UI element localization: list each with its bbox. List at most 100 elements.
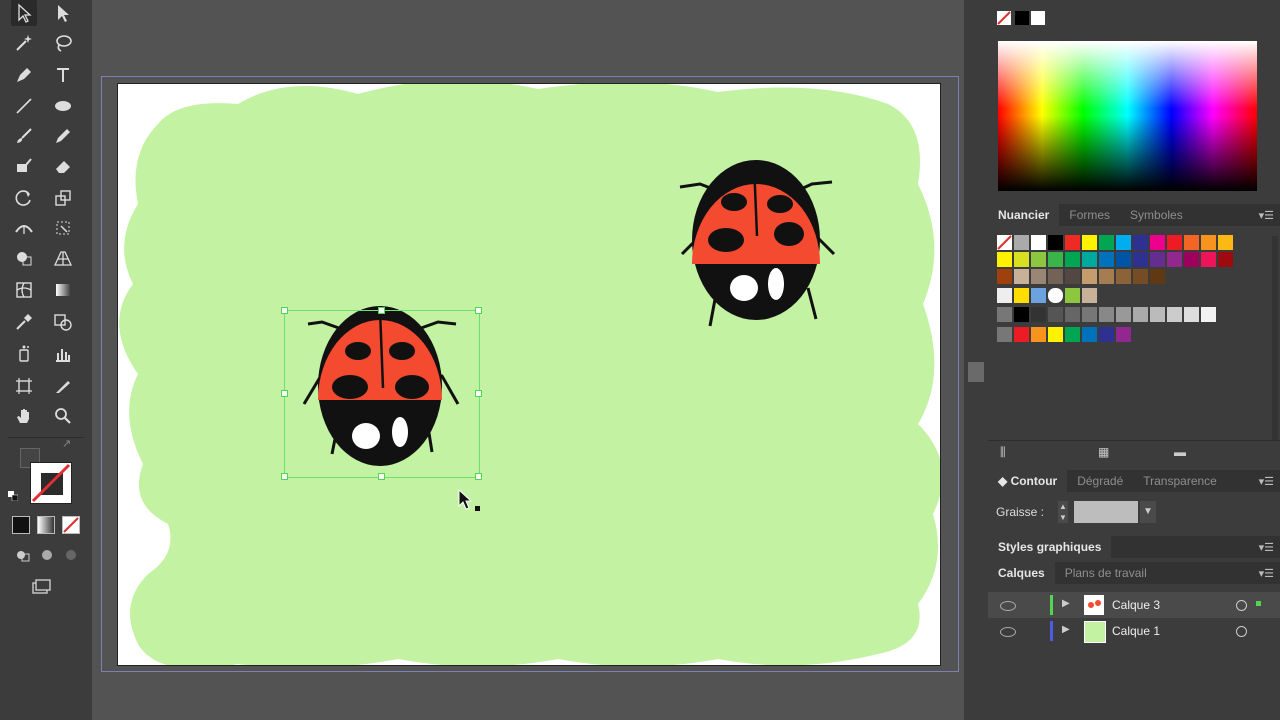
resize-handle[interactable] — [378, 307, 385, 314]
swatch-kind-icon[interactable]: ▦ — [1098, 445, 1109, 459]
selection-bounding-box[interactable] — [281, 307, 482, 480]
stroke-weight-label: Graisse : — [996, 505, 1045, 519]
panel-menu-icon[interactable]: ▾☰ — [1259, 209, 1274, 222]
swatches-scrollbar[interactable] — [1272, 236, 1278, 440]
tab-styles-graphiques[interactable]: Styles graphiques — [988, 536, 1112, 558]
pencil-tool-icon[interactable] — [50, 123, 76, 149]
column-graph-tool-icon[interactable] — [50, 341, 76, 367]
screen-mode-icon[interactable] — [28, 574, 54, 600]
paintbrush-tool-icon[interactable] — [11, 123, 37, 149]
right-panels: Nuancier Formes Symboles ▾☰ ⫼ ▦ ▬ ◆ Cont… — [988, 0, 1280, 720]
tab-degrade[interactable]: Dégradé — [1067, 470, 1133, 492]
ellipse-tool-icon[interactable] — [50, 93, 76, 119]
vertical-scrollbar[interactable] — [964, 0, 988, 720]
resize-handle[interactable] — [378, 473, 385, 480]
blend-tool-icon[interactable] — [50, 309, 76, 335]
draw-behind-icon[interactable] — [34, 542, 60, 568]
toolbar-divider — [8, 437, 84, 438]
zoom-tool-icon[interactable] — [50, 403, 76, 429]
visibility-eye-icon[interactable] — [1000, 601, 1016, 611]
resize-handle[interactable] — [475, 307, 482, 314]
tab-transparence[interactable]: Transparence — [1133, 470, 1227, 492]
color-mode-icon[interactable] — [12, 516, 30, 534]
scrollbar-thumb[interactable] — [968, 362, 984, 382]
visibility-eye-icon[interactable] — [1000, 627, 1016, 637]
tab-calques[interactable]: Calques — [988, 562, 1055, 584]
eraser-tool-icon[interactable] — [50, 153, 76, 179]
mouse-cursor-icon — [458, 488, 480, 511]
selected-art-indicator — [1256, 601, 1261, 606]
resize-handle[interactable] — [475, 390, 482, 397]
target-icon[interactable] — [1236, 626, 1247, 637]
scale-tool-icon[interactable] — [50, 185, 76, 211]
expand-arrow-icon[interactable]: ▶ — [1062, 624, 1070, 635]
target-icon[interactable] — [1236, 600, 1247, 611]
layers-panel-tabs: Calques Plans de travail ▾☰ — [988, 562, 1280, 584]
stroke-swatch[interactable] — [30, 462, 72, 504]
tab-symboles[interactable]: Symboles — [1120, 204, 1193, 226]
layer-thumbnail — [1084, 621, 1106, 643]
selection-tool-icon[interactable] — [11, 0, 37, 26]
resize-handle[interactable] — [475, 473, 482, 480]
lasso-tool-icon[interactable] — [50, 30, 76, 56]
perspective-grid-tool-icon[interactable] — [50, 245, 76, 271]
weight-stepper[interactable]: ▲ ▼ — [1058, 501, 1068, 523]
rotate-tool-icon[interactable] — [11, 185, 37, 211]
artboard[interactable] — [117, 83, 941, 666]
weight-dropdown-icon[interactable]: ▼ — [1140, 501, 1156, 523]
layer-thumbnail — [1084, 595, 1104, 615]
panel-menu-icon[interactable]: ▾☰ — [1259, 475, 1274, 488]
swatches-footer: ⫼ ▦ ▬ — [988, 440, 1280, 467]
hand-tool-icon[interactable] — [11, 403, 37, 429]
swatches-panel-tabs: Nuancier Formes Symboles ▾☰ — [988, 204, 1280, 226]
resize-handle[interactable] — [281, 473, 288, 480]
color-spectrum[interactable] — [998, 41, 1257, 191]
draw-normal-icon[interactable] — [10, 542, 36, 568]
expand-arrow-icon[interactable]: ▶ — [1062, 598, 1070, 609]
shape-builder-tool-icon[interactable] — [11, 245, 37, 271]
none-mode-icon[interactable] — [62, 516, 80, 534]
stroke-weight-input[interactable] — [1074, 501, 1138, 523]
none-color-icon[interactable] — [997, 11, 1011, 25]
symbol-sprayer-tool-icon[interactable] — [11, 341, 37, 367]
swap-colors-icon[interactable]: ↗ — [62, 437, 71, 450]
new-color-group-icon[interactable]: ▬ — [1174, 445, 1186, 459]
width-tool-icon[interactable] — [11, 215, 37, 241]
layer-row-calque-3[interactable]: ▶ Calque 3 — [988, 592, 1280, 618]
black-color-swatch[interactable] — [1015, 11, 1029, 25]
stroke-panel-tabs: ◆ Contour Dégradé Transparence ▾☰ — [988, 470, 1280, 492]
gradient-tool-icon[interactable] — [50, 277, 76, 303]
resize-handle[interactable] — [281, 307, 288, 314]
swatch-grid — [996, 234, 1258, 354]
panel-menu-icon[interactable]: ▾☰ — [1259, 541, 1274, 554]
gradient-mode-icon[interactable] — [37, 516, 55, 534]
blob-brush-tool-icon[interactable] — [11, 153, 37, 179]
resize-handle[interactable] — [281, 390, 288, 397]
tools-panel: ↗ — [0, 0, 92, 720]
draw-inside-icon[interactable] — [58, 542, 84, 568]
graphic-styles-panel: Styles graphiques ▾☰ — [988, 536, 1280, 558]
tab-contour[interactable]: ◆ Contour — [988, 470, 1068, 492]
layer-name: Calque 1 — [1112, 624, 1161, 638]
free-transform-tool-icon[interactable] — [50, 215, 76, 241]
green-background-shape — [119, 84, 940, 665]
eyedropper-tool-icon[interactable] — [11, 309, 37, 335]
tab-nuancier[interactable]: Nuancier — [988, 204, 1060, 226]
mesh-tool-icon[interactable] — [11, 277, 37, 303]
slice-tool-icon[interactable] — [50, 373, 76, 399]
artboard-tool-icon[interactable] — [11, 373, 37, 399]
layer-row-calque-1[interactable]: ▶ Calque 1 — [988, 618, 1280, 644]
white-color-swatch[interactable] — [1031, 11, 1045, 25]
pen-tool-icon[interactable] — [11, 62, 37, 88]
tab-plans-de-travail[interactable]: Plans de travail — [1055, 562, 1157, 584]
line-tool-icon[interactable] — [11, 93, 37, 119]
default-colors-icon[interactable] — [8, 490, 19, 502]
tab-formes[interactable]: Formes — [1059, 204, 1120, 226]
layer-color-indicator — [1050, 621, 1053, 641]
type-tool-icon[interactable] — [50, 62, 76, 88]
panel-menu-icon[interactable]: ▾☰ — [1259, 567, 1274, 580]
swatch-library-icon[interactable]: ⫼ — [1000, 445, 1006, 460]
magic-wand-tool-icon[interactable] — [11, 30, 37, 56]
direct-selection-tool-icon[interactable] — [50, 0, 76, 26]
layer-color-indicator — [1050, 595, 1053, 615]
